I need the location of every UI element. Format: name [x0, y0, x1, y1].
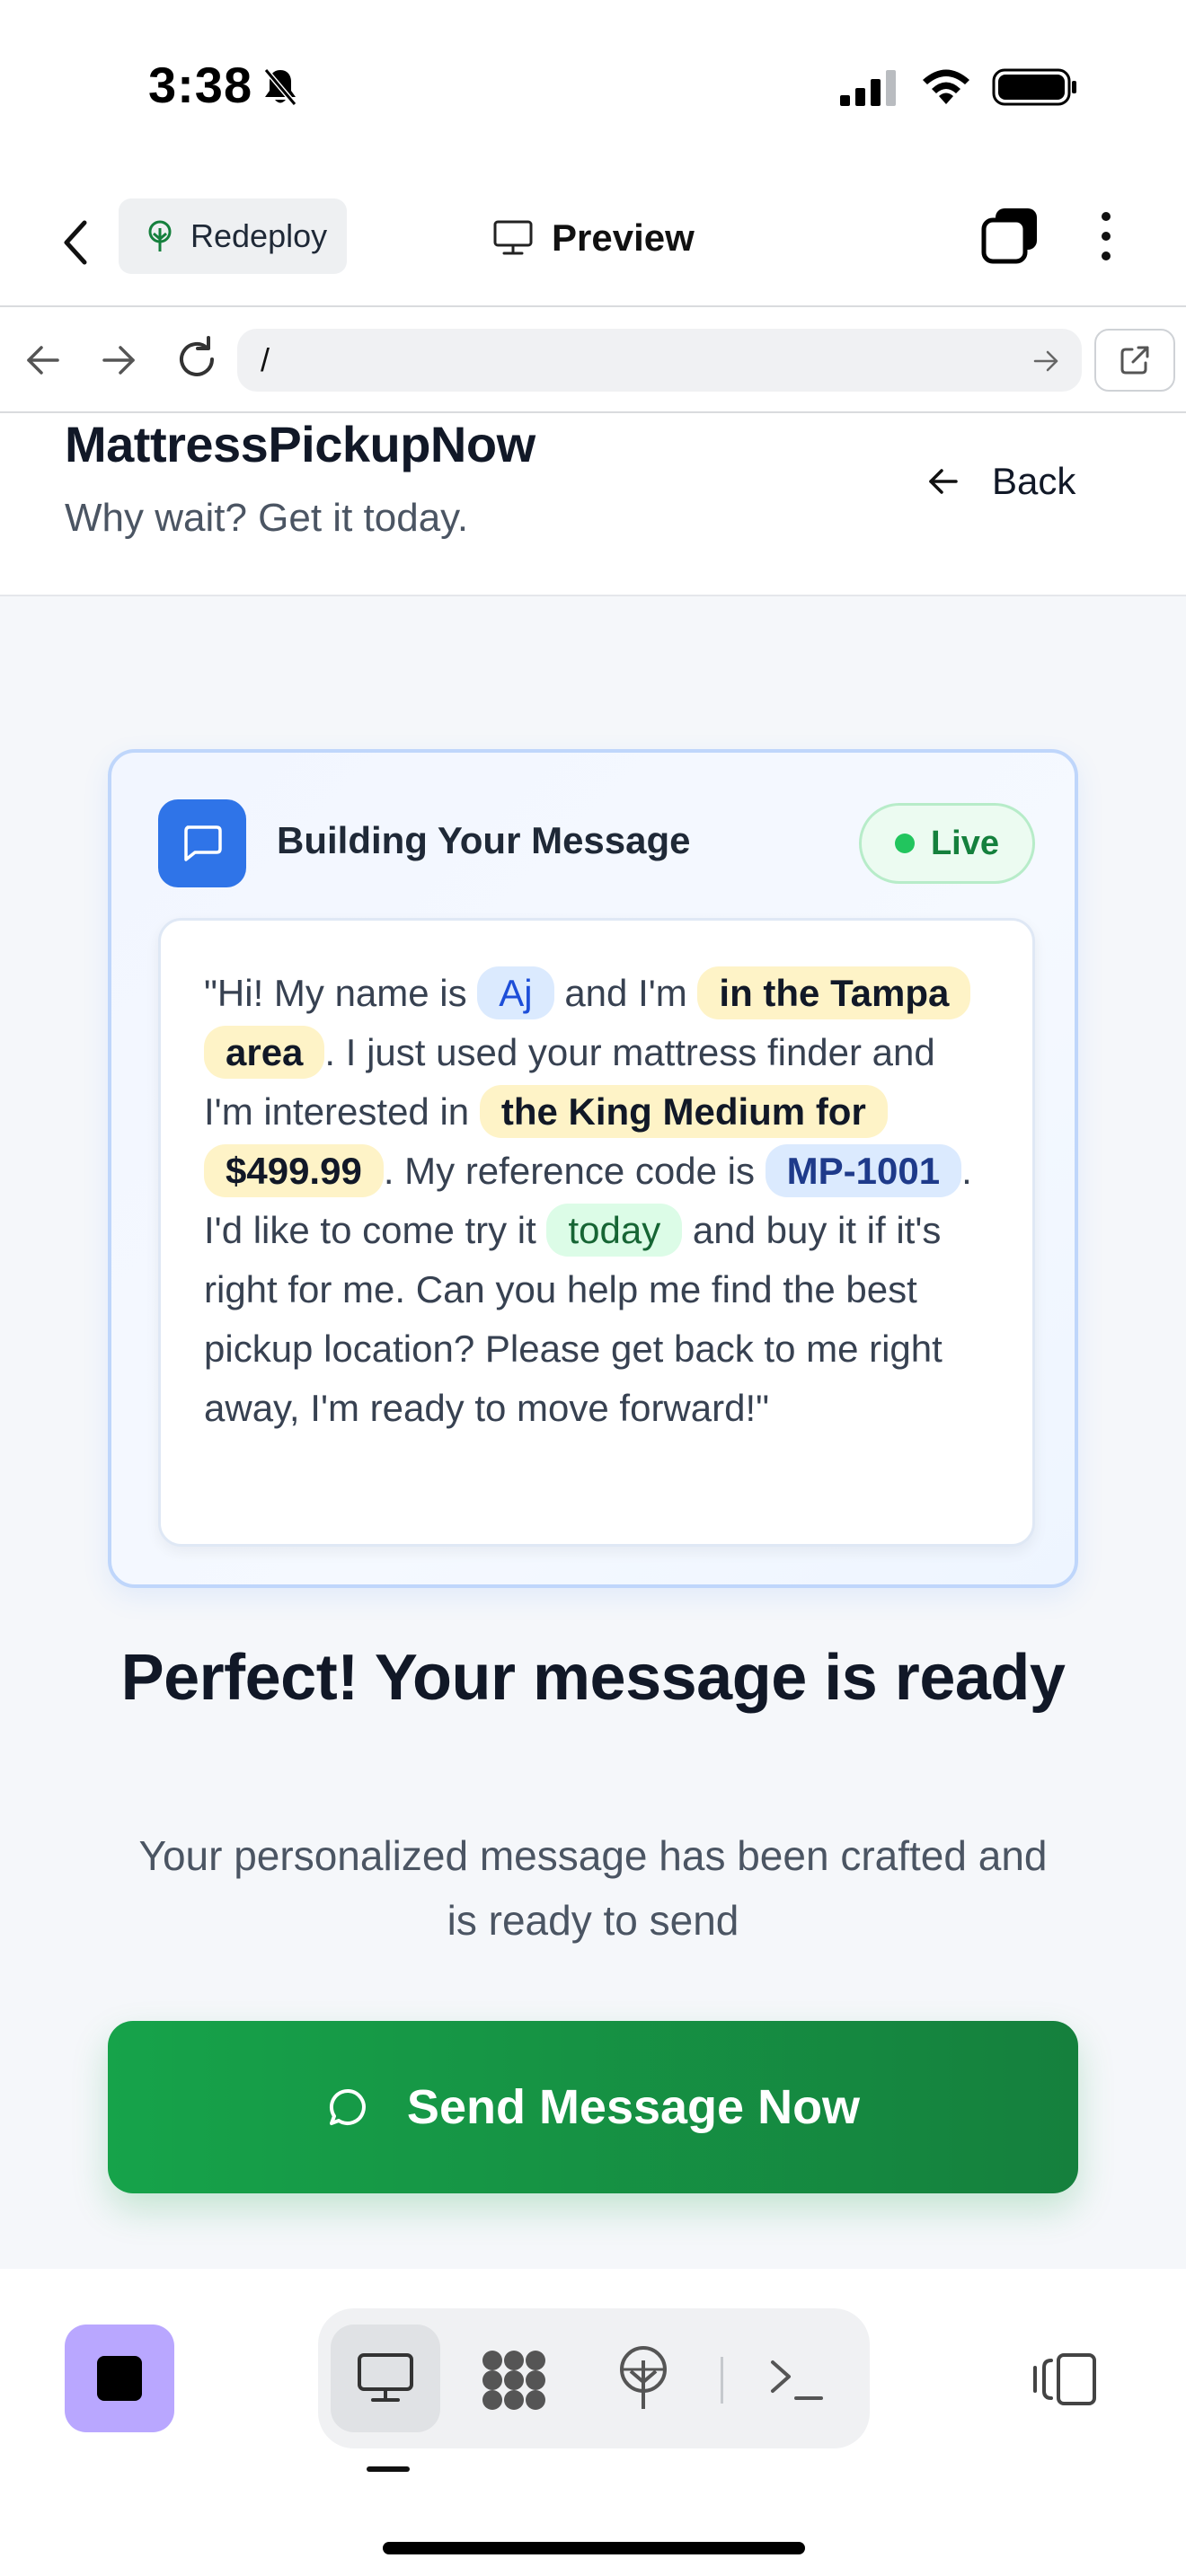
- side-panel-icon[interactable]: [1031, 2351, 1098, 2407]
- send-message-button[interactable]: Send Message Now: [108, 2021, 1078, 2193]
- deploy-tree-icon[interactable]: [615, 2344, 672, 2411]
- highlight-reference-code: MP-1001: [765, 1144, 962, 1197]
- tabs-icon[interactable]: [981, 207, 1039, 264]
- message-segment: . My reference code is: [383, 1150, 766, 1192]
- stop-button[interactable]: [65, 2325, 174, 2432]
- toolbar-divider: [721, 2357, 723, 2404]
- battery-icon: [992, 68, 1076, 106]
- status-time: 3:38: [148, 57, 253, 113]
- highlight-name: Aj: [477, 966, 554, 1019]
- site-tagline: Why wait? Get it today.: [65, 496, 469, 540]
- message-square-icon: [184, 825, 222, 861]
- browser-bar: [0, 305, 1186, 413]
- bottom-toolbar: [0, 2269, 1186, 2576]
- open-external-button[interactable]: [1094, 329, 1175, 392]
- redeploy-label: Redeploy: [190, 217, 328, 254]
- monitor-icon: [493, 220, 533, 255]
- message-preview: "Hi! My name is Aj and I'm in the Tampa …: [158, 918, 1035, 1547]
- bell-slash-icon: [263, 68, 297, 106]
- view-switcher: [318, 2308, 870, 2448]
- arrow-right-icon[interactable]: [97, 340, 140, 381]
- desktop-view-button[interactable]: [331, 2325, 440, 2432]
- preview-title: Preview: [492, 207, 695, 269]
- site-title: MattressPickupNow: [65, 416, 535, 472]
- send-message-label: Send Message Now: [406, 2080, 861, 2134]
- back-label: Back: [992, 460, 1076, 502]
- ready-title: Perfect! Your message is ready: [120, 1642, 1066, 1714]
- highlight-timing: today: [546, 1204, 683, 1257]
- live-dot: [894, 834, 915, 853]
- apps-grid-icon[interactable]: [480, 2348, 548, 2413]
- live-badge: Live: [859, 803, 1035, 884]
- arrow-left-icon: [929, 469, 958, 494]
- stop-icon: [97, 2356, 142, 2401]
- terminal-icon[interactable]: [767, 2353, 825, 2405]
- home-indicator: [383, 2542, 805, 2554]
- more-vertical-icon[interactable]: [1087, 208, 1125, 264]
- app-header: Redeploy Preview: [0, 180, 1186, 305]
- reload-icon[interactable]: [173, 334, 221, 384]
- monitor-icon: [358, 2353, 413, 2402]
- site-header: MattressPickupNow Why wait? Get it today…: [0, 413, 1186, 596]
- signal-icon: [840, 70, 896, 106]
- card-title: Building Your Message: [277, 819, 691, 861]
- go-arrow-icon[interactable]: [1031, 347, 1060, 375]
- wifi-icon: [923, 69, 969, 104]
- preview-label: Preview: [552, 216, 695, 259]
- message-circle-icon: [329, 2088, 366, 2125]
- back-button[interactable]: Back: [925, 454, 1075, 508]
- chevron-left-icon[interactable]: [56, 216, 95, 269]
- active-tab-indicator: [367, 2466, 410, 2472]
- main-content: Building Your Message Live "Hi! My name …: [0, 596, 1186, 2269]
- url-input[interactable]: [237, 329, 1082, 392]
- status-bar: 3:38: [0, 0, 1186, 171]
- message-text: "Hi! My name is Aj and I'm in the Tampa …: [204, 964, 989, 1438]
- live-label: Live: [930, 824, 1000, 862]
- card-icon-badge: [158, 799, 246, 887]
- message-segment: "Hi! My name is: [204, 972, 478, 1014]
- arrow-left-icon[interactable]: [22, 340, 65, 381]
- redeploy-button[interactable]: Redeploy: [119, 198, 347, 274]
- ready-subtitle: Your personalized message has been craft…: [138, 1832, 1048, 1944]
- deploy-tree-icon: [148, 220, 172, 251]
- external-link-icon: [1120, 346, 1149, 375]
- message-segment: and I'm: [553, 972, 698, 1014]
- message-card: Building Your Message Live "Hi! My name …: [108, 749, 1078, 1588]
